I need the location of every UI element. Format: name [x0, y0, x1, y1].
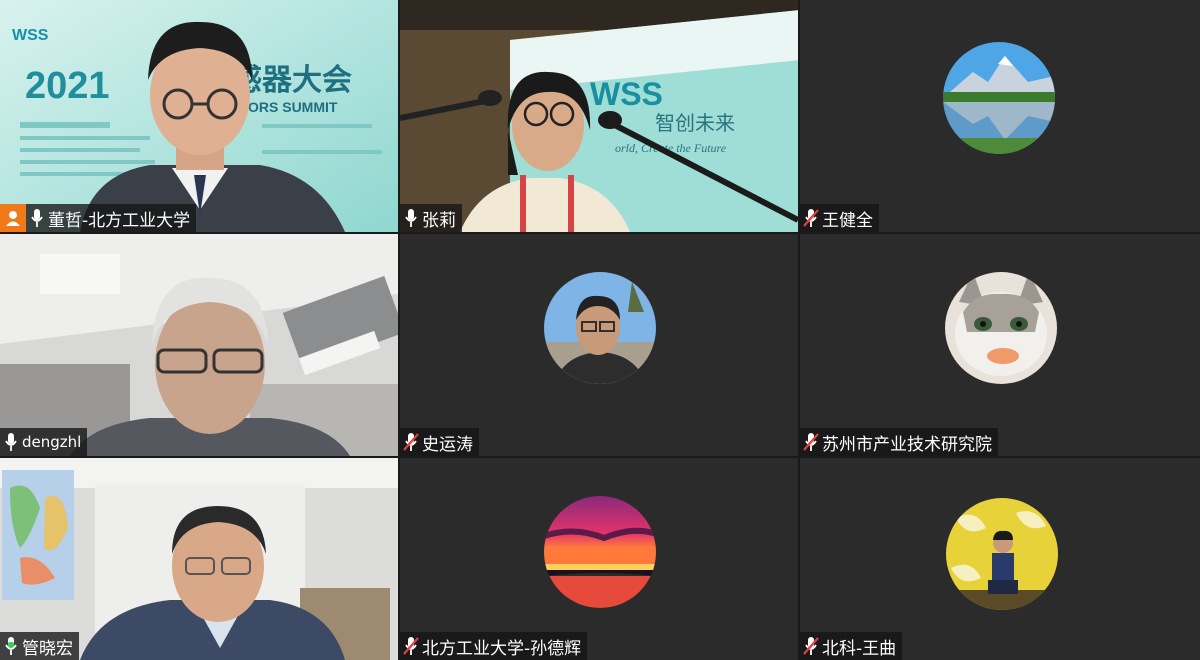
- participant-nametag: 史运涛: [400, 428, 479, 456]
- cat-avatar-image: [945, 272, 1057, 384]
- video-tile-7[interactable]: 管晓宏: [0, 458, 398, 660]
- mountain-lake-avatar-image: [943, 42, 1055, 154]
- video-feed: [0, 234, 398, 456]
- backdrop-slogan: 智创未来: [655, 111, 735, 135]
- backdrop-subtitle: ORS SUMMIT: [248, 99, 338, 115]
- video-tile-9[interactable]: 北科-王曲: [800, 458, 1200, 660]
- participant-nametag: 王健全: [800, 204, 879, 232]
- man-photo-avatar-image: [544, 272, 656, 384]
- avatar: [946, 498, 1058, 610]
- participant-name: dengzhl: [22, 433, 82, 451]
- backdrop-logo: WSS: [590, 76, 663, 112]
- participant-name: 董哲-北方工业大学: [48, 210, 191, 231]
- participant-name: 北方工业大学-孙德辉: [422, 638, 582, 659]
- muted-microphone-icon: [400, 632, 422, 660]
- backdrop-logo: WSS: [12, 27, 49, 44]
- participant-nametag: 苏州市产业技术研究院: [800, 428, 998, 456]
- video-feed: [0, 458, 398, 660]
- participant-nametag: dengzhl: [0, 428, 88, 456]
- muted-microphone-icon: [800, 428, 822, 456]
- participant-name: 北科-王曲: [822, 638, 897, 659]
- video-tile-4[interactable]: dengzhl: [0, 234, 398, 456]
- participant-name: 王健全: [822, 210, 873, 231]
- avatar: [544, 272, 656, 384]
- video-tile-2[interactable]: WSS 智创未来 orld, Create the Future 张莉: [400, 0, 798, 232]
- participant-name: 张莉: [422, 210, 456, 231]
- participant-name: 史运涛: [422, 434, 473, 455]
- participant-nametag: 北方工业大学-孙德辉: [400, 632, 588, 660]
- person-yellow-wall-avatar-image: [946, 498, 1058, 610]
- muted-microphone-icon: [400, 428, 422, 456]
- backdrop-year: 2021: [25, 65, 110, 107]
- video-tile-8[interactable]: 北方工业大学-孙德辉: [400, 458, 798, 660]
- video-feed: WSS 智创未来 orld, Create the Future: [400, 0, 798, 232]
- video-feed: WSS 2021 感器大会 ORS SUMMIT: [0, 0, 398, 232]
- video-tile-5[interactable]: 史运涛: [400, 234, 798, 456]
- video-tile-3[interactable]: 王健全: [800, 0, 1200, 232]
- video-tile-1[interactable]: WSS 2021 感器大会 ORS SUMMIT 董哲-北方工业大学: [0, 0, 398, 232]
- video-gallery: WSS 2021 感器大会 ORS SUMMIT 董哲-北方工业大学 WSS 智…: [0, 0, 1200, 660]
- participant-nametag: 张莉: [400, 204, 462, 232]
- sunset-avatar-image: [544, 496, 656, 608]
- avatar: [945, 272, 1057, 384]
- video-tile-6[interactable]: 苏州市产业技术研究院: [800, 234, 1200, 456]
- microphone-icon: [26, 204, 48, 232]
- active-speaker-microphone-icon: [0, 632, 22, 660]
- microphone-icon: [400, 204, 422, 232]
- avatar: [943, 42, 1055, 154]
- muted-microphone-icon: [800, 204, 822, 232]
- avatar: [544, 496, 656, 608]
- participant-nametag: 管晓宏: [0, 632, 79, 660]
- participant-name: 管晓宏: [22, 638, 73, 659]
- host-icon: [0, 204, 26, 232]
- microphone-icon: [0, 428, 22, 456]
- muted-microphone-icon: [800, 632, 822, 660]
- participant-nametag: 董哲-北方工业大学: [0, 204, 197, 232]
- participant-name: 苏州市产业技术研究院: [822, 434, 992, 455]
- participant-nametag: 北科-王曲: [800, 632, 903, 660]
